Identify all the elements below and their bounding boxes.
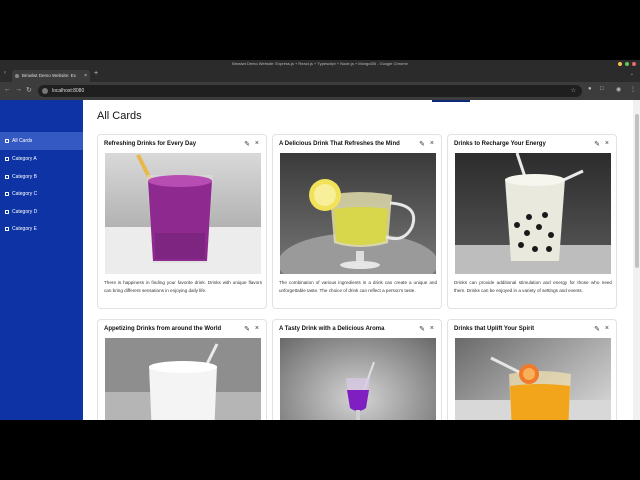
sidebar-item-category-e[interactable]: Category E [0,220,83,238]
minimize-icon[interactable] [618,62,622,66]
card-description: The combination of various ingredients i… [279,280,437,293]
card-title: Drinks that Uplift Your Spirit [454,326,535,332]
pencil-icon[interactable]: ✎ [419,325,425,333]
sidebar-item-label: All Cards [12,138,33,144]
pencil-icon[interactable]: ✎ [419,140,425,148]
forward-icon[interactable]: → [15,86,22,93]
pencil-icon[interactable]: ✎ [594,325,600,333]
folder-icon [5,175,9,179]
pencil-icon[interactable]: ✎ [244,140,250,148]
close-icon[interactable]: × [255,325,259,332]
bookmark-star-icon[interactable]: ☆ [571,85,576,97]
chevron-down-icon[interactable]: ⌄ [630,71,634,77]
card-image [455,153,611,274]
close-window-icon[interactable] [632,62,636,66]
pencil-icon[interactable]: ✎ [244,325,250,333]
close-icon[interactable]: × [605,140,609,147]
card-title: A Delicious Drink That Refreshes the Min… [279,141,400,147]
card-image [455,338,611,420]
os-black-bar-bottom [0,420,640,480]
folder-icon [5,157,9,161]
extensions-puzzle-icon[interactable]: □ [600,86,604,92]
close-icon[interactable]: × [255,140,259,147]
pencil-icon[interactable]: ✎ [594,140,600,148]
maximize-icon[interactable] [625,62,629,66]
card-title: Refreshing Drinks for Every Day [104,141,197,147]
close-icon[interactable]: × [430,140,434,147]
card-title: Drinks to Recharge Your Energy [454,141,546,147]
sidebar-item-label: Category E [12,226,38,232]
close-icon[interactable]: × [430,325,434,332]
tab-strip: ‹ Bmwlwt Demo Website: Ex × + ⌄ [0,68,640,82]
browser-window: Bmwlwt Demo Website: Express.js + React.… [0,60,640,420]
sidebar-item-label: Category B [12,174,38,180]
sidebar-item-category-a[interactable]: Category A [0,150,83,168]
sidebar-item-label: Category A [12,156,37,162]
card: Appetizing Drinks from around the World … [97,319,267,420]
sidebar-item-category-b[interactable]: Category B [0,168,83,186]
tab-search-icon[interactable]: ‹ [4,70,6,76]
sidebar-item-category-d[interactable]: Category D [0,203,83,221]
sidebar-item-label: Category D [12,209,38,215]
sidebar-item-category-c[interactable]: Category C [0,185,83,203]
browser-toolbar: ← → ↻ localhost:8080 ☆ ● □ ◉ ⋮ [0,82,640,100]
address-bar[interactable]: localhost:8080 ☆ [38,85,582,97]
card-description: There is happiness in finding your favor… [104,280,262,293]
window-title: Bmwlwt Demo Website: Express.js + React.… [232,61,408,66]
page-scrollbar[interactable] [633,100,640,420]
card-title: Appetizing Drinks from around the World [104,326,222,332]
url-text: localhost:8080 [52,88,85,94]
reload-icon[interactable]: ↻ [26,86,32,94]
card-image [280,153,436,274]
menu-kebab-icon[interactable]: ⋮ [630,86,636,93]
grid-icon [5,139,9,143]
back-icon[interactable]: ← [4,86,11,93]
new-tab-icon[interactable]: + [94,70,98,77]
profile-avatar-icon[interactable]: ◉ [616,86,621,93]
card: Refreshing Drinks for Every Day ✎ × Ther… [97,134,267,309]
site-info-icon[interactable] [42,88,48,94]
browser-tab[interactable]: Bmwlwt Demo Website: Ex × [12,70,90,82]
close-icon[interactable]: × [605,325,609,332]
folder-icon [5,192,9,196]
card-image [280,338,436,420]
page-viewport: All Cards Category A Category B Category… [0,100,640,420]
extension-icon[interactable]: ● [588,86,592,92]
sidebar-item-label: Category C [12,191,38,197]
favicon-icon [15,74,19,78]
card-title: A Tasty Drink with a Delicious Aroma [279,326,385,332]
folder-icon [5,227,9,231]
card: A Tasty Drink with a Delicious Aroma ✎ × [272,319,442,420]
card: Drinks that Uplift Your Spirit ✎ × [447,319,617,420]
card-image [105,338,261,420]
sidebar-item-all-cards[interactable]: All Cards [0,132,83,150]
tab-title: Bmwlwt Demo Website: Ex [22,73,76,78]
scrollbar-thumb[interactable] [634,114,639,268]
page-title: All Cards [97,110,142,122]
sidebar: All Cards Category A Category B Category… [0,100,83,420]
header-accent-line [432,100,470,102]
os-black-bar-top [0,0,640,60]
window-titlebar: Bmwlwt Demo Website: Express.js + React.… [0,60,640,68]
card: Drinks to Recharge Your Energy ✎ × Drink… [447,134,617,309]
folder-icon [5,210,9,214]
card-description: Drinks can provide additional stimulatio… [454,280,612,293]
card: A Delicious Drink That Refreshes the Min… [272,134,442,309]
window-controls [618,62,636,66]
card-image [105,153,261,274]
tab-close-icon[interactable]: × [84,70,87,82]
